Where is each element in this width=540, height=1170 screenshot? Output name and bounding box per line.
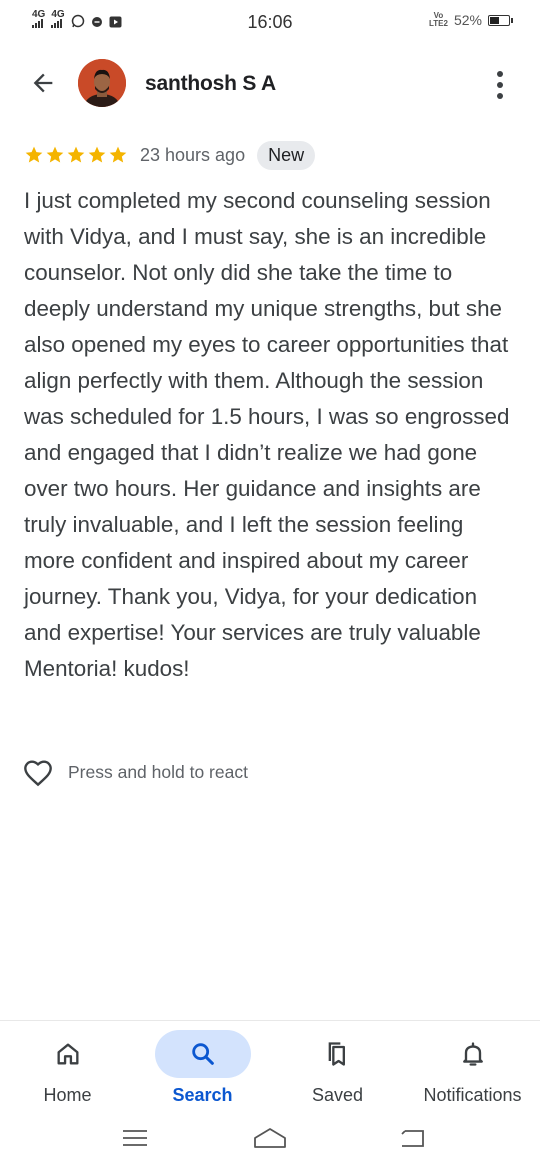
nav-search[interactable]: Search <box>135 1021 270 1116</box>
bell-icon <box>462 1042 483 1066</box>
bookmarks-icon <box>328 1042 345 1066</box>
status-right-icons: Vo LTE2 52% <box>429 12 513 28</box>
home-outline-icon <box>254 1128 286 1148</box>
back-button[interactable] <box>26 66 60 100</box>
star-icon <box>109 146 127 163</box>
home-icon <box>57 1043 79 1065</box>
review-text: I just completed my second counseling se… <box>24 188 510 681</box>
recents-button[interactable] <box>115 1123 155 1153</box>
nav-home[interactable]: Home <box>0 1021 135 1116</box>
status-bar: 4G 4G 16:06 Vo LTE2 52% <box>0 0 540 44</box>
home-system-button[interactable] <box>250 1123 290 1153</box>
arrow-left-icon <box>33 73 53 93</box>
battery-icon <box>488 14 513 26</box>
author-name[interactable]: santhosh S A <box>145 72 276 96</box>
menu-lines-icon <box>123 1130 147 1146</box>
bottom-navigation: Home Search Saved Notifications <box>0 1020 540 1116</box>
search-icon <box>191 1043 214 1065</box>
rating-row: 23 hours ago New <box>24 139 316 171</box>
star-icon <box>25 146 43 163</box>
volte-bottom: LTE2 <box>429 19 448 28</box>
nav-notifications-icon-wrap <box>425 1030 521 1078</box>
more-vert-icon <box>497 71 503 77</box>
nav-search-icon-wrap <box>154 1030 251 1078</box>
react-label: Press and hold to react <box>68 761 248 782</box>
nav-notifications-label: Notifications <box>423 1085 522 1105</box>
nav-saved[interactable]: Saved <box>270 1021 405 1116</box>
volte-indicator: Vo LTE2 <box>429 12 448 28</box>
system-navigation <box>0 1115 540 1170</box>
back-system-button[interactable] <box>392 1123 432 1153</box>
star-icon <box>67 146 85 163</box>
nav-saved-icon-wrap <box>290 1030 386 1078</box>
nav-home-label: Home <box>43 1085 92 1105</box>
review-time: 23 hours ago <box>140 144 246 165</box>
review-header: santhosh S A <box>0 52 540 116</box>
star-icon <box>46 146 64 163</box>
new-badge: New <box>257 140 316 170</box>
nav-search-label: Search <box>172 1085 233 1105</box>
battery-percent: 52% <box>453 12 482 28</box>
avatar-image <box>78 59 126 107</box>
nav-home-icon-wrap <box>20 1030 116 1078</box>
react-button[interactable]: Press and hold to react <box>22 755 248 789</box>
back-return-icon <box>401 1130 424 1147</box>
avatar[interactable] <box>78 59 126 107</box>
nav-notifications[interactable]: Notifications <box>405 1021 540 1116</box>
star-icon <box>88 146 106 163</box>
more-options-button[interactable] <box>486 68 514 102</box>
nav-saved-label: Saved <box>311 1085 364 1105</box>
heart-outline-icon <box>24 760 52 787</box>
star-rating <box>24 145 128 165</box>
